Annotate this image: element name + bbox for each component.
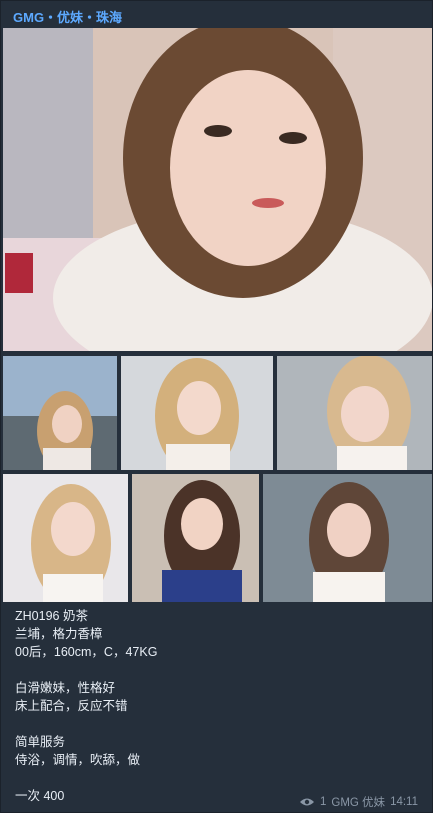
photo-main[interactable]	[3, 28, 432, 351]
text-line: 床上配合，反应不错	[15, 699, 128, 713]
message-text: ZH0196 奶茶 兰埔，格力香樟 00后，160cm，C，47KG 白滑嫩妹，…	[15, 607, 415, 805]
text-line: 简单服务	[15, 735, 66, 749]
message-bubble: GMG・优妹・珠海 ZH0196 奶茶 兰埔，格力香樟 00后，160cm，C，…	[0, 0, 433, 813]
photo-3[interactable]	[121, 356, 273, 470]
text-line: 00后，160cm，C，47KG	[15, 645, 158, 659]
photo-6[interactable]	[132, 474, 259, 602]
eye-icon	[299, 797, 315, 807]
text-line: ZH0196 奶茶	[15, 609, 88, 623]
text-line: 侍浴，调情，吹舔，做	[15, 753, 141, 767]
timestamp: 14:11	[390, 796, 418, 808]
text-line: 兰埔，格力香樟	[15, 627, 103, 641]
signature: GMG 优妹	[331, 797, 386, 809]
sender-name[interactable]: GMG・优妹・珠海	[13, 7, 122, 26]
view-count: 1	[319, 796, 327, 808]
photo-2[interactable]	[3, 356, 117, 470]
text-line: 白滑嫩妹，性格好	[15, 681, 116, 695]
photo-4[interactable]	[277, 356, 432, 470]
photo-7[interactable]	[263, 474, 432, 602]
message-meta: 1 GMG 优妹 14:11	[299, 794, 418, 810]
photo-5[interactable]	[3, 474, 128, 602]
